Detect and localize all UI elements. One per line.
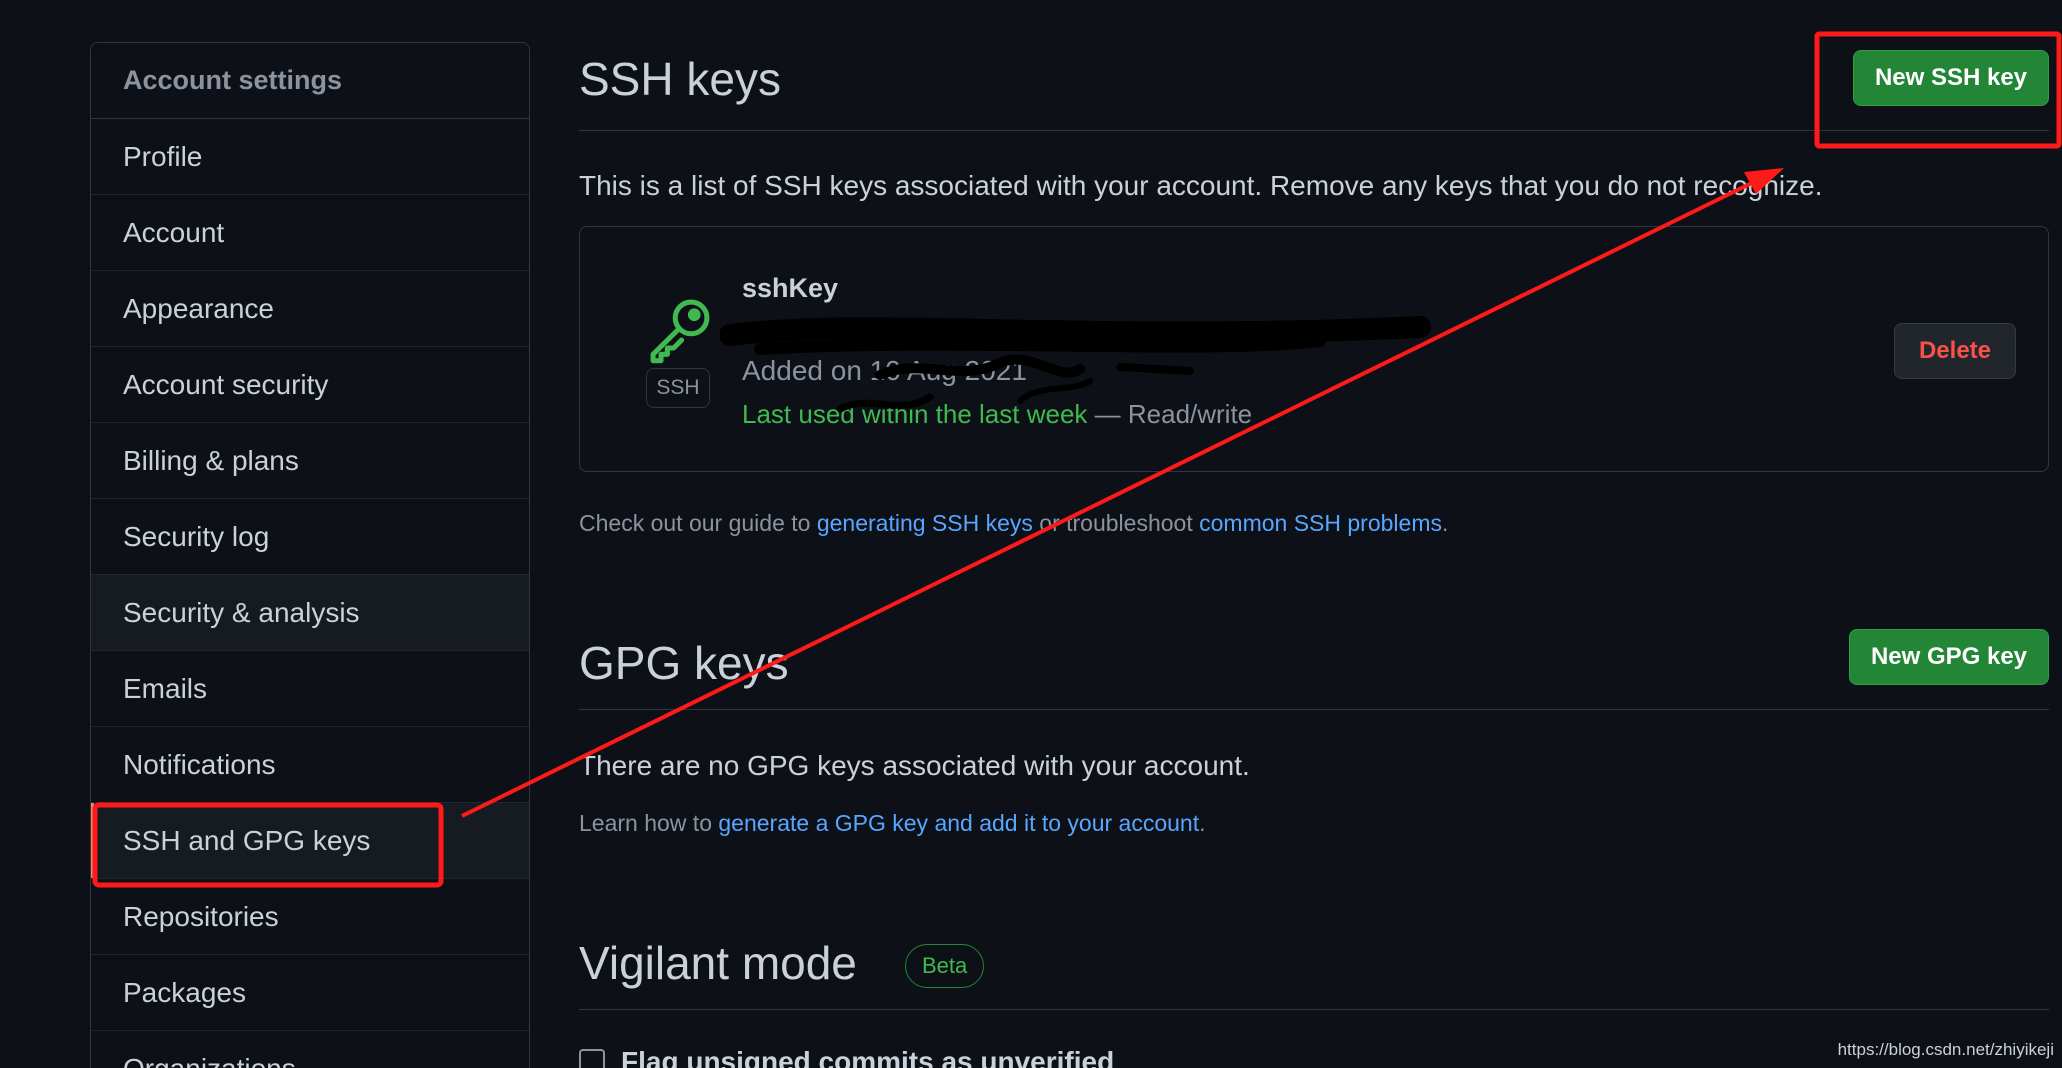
ssh-key-added-date: Added on 10 Aug 2021: [742, 355, 1027, 386]
new-ssh-key-button[interactable]: New SSH key: [1853, 50, 2049, 106]
ssh-key-title: sshKey: [742, 273, 839, 303]
gpg-guide-text: Learn how to generate a GPG key and add …: [579, 810, 1206, 837]
ssh-keys-header: SSH keys New SSH key: [579, 0, 2049, 131]
gpg-keys-description: There are no GPG keys associated with yo…: [579, 750, 1250, 781]
sidebar-item-notifications[interactable]: Notifications: [91, 727, 529, 803]
ssh-guide-middle: or troubleshoot: [1032, 510, 1200, 536]
sidebar-item-appearance[interactable]: Appearance: [91, 271, 529, 347]
generate-gpg-key-link[interactable]: generate a GPG key and add it to your ac…: [718, 810, 1199, 836]
flag-unsigned-commits-label: Flag unsigned commits as unverified: [621, 1046, 1115, 1068]
ssh-key-item: SSH sshKey SHA256: Added on 10 Aug 2021 …: [579, 226, 2049, 472]
vigilant-mode-title: Vigilant mode: [579, 937, 857, 989]
sidebar-item-account[interactable]: Account: [91, 195, 529, 271]
watermark: https://blog.csdn.net/zhiyikeji: [1837, 1040, 2054, 1059]
sidebar-item-billing[interactable]: Billing & plans: [91, 423, 529, 499]
gpg-guide-prefix: Learn how to: [579, 810, 719, 836]
key-icon: [650, 299, 710, 364]
flag-unsigned-commits-option[interactable]: Flag unsigned commits as unverified: [579, 1046, 1114, 1068]
gpg-keys-header: GPG keys New GPG key: [579, 620, 2049, 710]
common-ssh-problems-link[interactable]: common SSH problems: [1199, 510, 1442, 536]
sidebar-item-packages[interactable]: Packages: [91, 955, 529, 1031]
sidebar-item-security-log[interactable]: Security log: [91, 499, 529, 575]
gpg-guide-suffix: .: [1199, 810, 1206, 836]
vigilant-mode-header: Vigilant mode Beta: [579, 920, 2049, 1010]
ssh-keys-title: SSH keys: [579, 53, 781, 105]
ssh-guide-text: Check out our guide to generating SSH ke…: [579, 510, 1448, 537]
sidebar-item-profile[interactable]: Profile: [91, 119, 529, 195]
ssh-key-fingerprint: SHA256:: [742, 319, 839, 345]
new-gpg-key-button[interactable]: New GPG key: [1849, 629, 2049, 685]
sidebar-item-security-analysis[interactable]: Security & analysis: [91, 575, 529, 651]
ssh-key-usage: Last used within the last week — Read/wr…: [742, 399, 1252, 430]
sidebar-item-emails[interactable]: Emails: [91, 651, 529, 727]
ssh-type-badge: SSH: [646, 368, 710, 408]
ssh-keys-description: This is a list of SSH keys associated wi…: [579, 170, 1823, 201]
ssh-key-access: — Read/write: [1087, 399, 1253, 429]
generating-ssh-keys-link[interactable]: generating SSH keys: [817, 510, 1033, 536]
ssh-guide-suffix: .: [1441, 510, 1449, 536]
beta-badge: Beta: [905, 944, 985, 988]
sidebar-header: Account settings: [91, 43, 529, 119]
gpg-keys-title: GPG keys: [579, 637, 789, 689]
sidebar-item-ssh-gpg-keys[interactable]: SSH and GPG keys: [91, 803, 529, 879]
flag-unsigned-commits-checkbox[interactable]: [579, 1049, 605, 1068]
main-content: SSH keys New SSH key This is a list of S…: [579, 0, 2049, 1068]
sidebar-item-repositories[interactable]: Repositories: [91, 879, 529, 955]
delete-ssh-key-button[interactable]: Delete: [1894, 323, 2016, 379]
ssh-guide-prefix: Check out our guide to: [579, 510, 817, 536]
sidebar-item-organizations[interactable]: Organizations: [91, 1031, 529, 1068]
settings-sidebar: Account settings Profile Account Appeara…: [90, 42, 530, 1068]
sidebar-item-account-security[interactable]: Account security: [91, 347, 529, 423]
ssh-key-last-used: Last used within the last week: [742, 399, 1088, 429]
